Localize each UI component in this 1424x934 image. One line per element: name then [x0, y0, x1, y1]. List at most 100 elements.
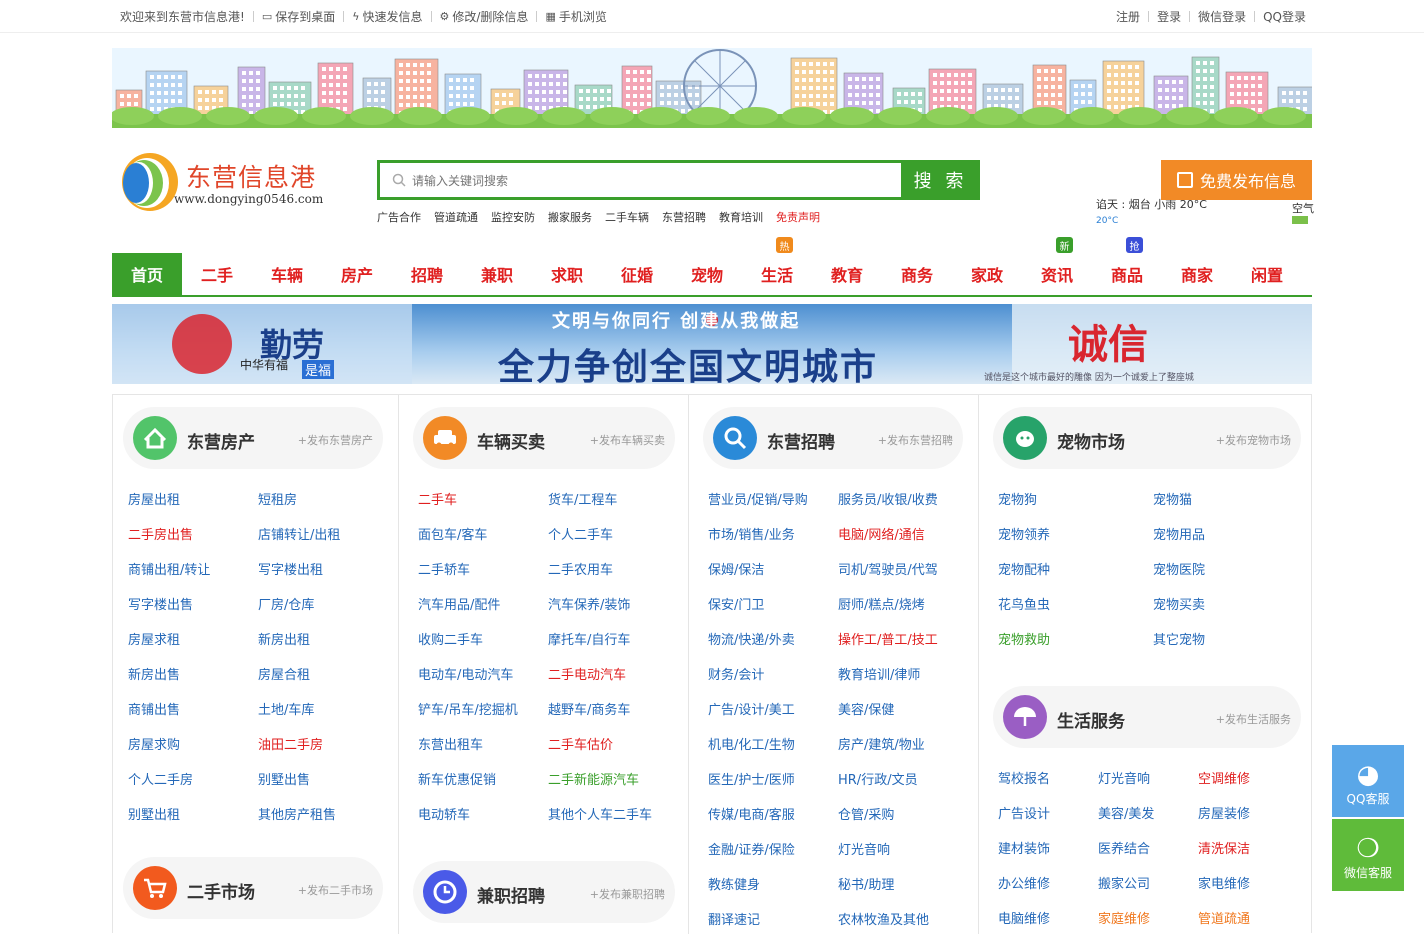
category-link[interactable]: 传媒/电商/客服: [708, 804, 795, 823]
hot-keyword-link[interactable]: 广告合作: [377, 209, 421, 225]
category-link[interactable]: 店铺转让/出租: [258, 524, 340, 543]
category-link[interactable]: 服务员/收银/收费: [838, 489, 938, 508]
category-link[interactable]: 土地/车库: [258, 699, 314, 718]
category-link[interactable]: 市场/销售/业务: [708, 524, 795, 543]
category-link[interactable]: 二手轿车: [418, 559, 470, 578]
free-publish-button[interactable]: 免费发布信息: [1161, 160, 1312, 200]
category-link[interactable]: 其它宠物: [1153, 629, 1205, 648]
nav-item[interactable]: 商家: [1162, 253, 1232, 295]
nav-item[interactable]: 家政: [952, 253, 1022, 295]
section-publish-link[interactable]: +发布车辆买卖: [590, 432, 665, 448]
category-link[interactable]: 二手房出售: [128, 524, 193, 543]
quick-post-link[interactable]: ϟ 快速发信息: [352, 8, 422, 25]
category-link[interactable]: 宠物狗: [998, 489, 1037, 508]
category-link[interactable]: 宠物救助: [998, 629, 1050, 648]
wechat-login-link[interactable]: 微信登录: [1198, 8, 1246, 25]
category-link[interactable]: 家庭维修: [1098, 908, 1150, 927]
category-link[interactable]: 写字楼出租: [258, 559, 323, 578]
category-link[interactable]: 宠物用品: [1153, 524, 1205, 543]
nav-item[interactable]: 招聘: [392, 253, 462, 295]
category-link[interactable]: 保姆/保洁: [708, 559, 764, 578]
category-link[interactable]: 房屋合租: [258, 664, 310, 683]
category-link[interactable]: 其他房产租售: [258, 804, 336, 823]
category-link[interactable]: 灯光音响: [1098, 768, 1150, 787]
register-link[interactable]: 注册: [1116, 8, 1140, 25]
category-link[interactable]: 医生/护士/医师: [708, 769, 795, 788]
edit-delete-link[interactable]: ⚙ 修改/删除信息: [440, 8, 529, 25]
nav-item[interactable]: 商务: [882, 253, 952, 295]
nav-item[interactable]: 教育: [812, 253, 882, 295]
category-link[interactable]: 房屋装修: [1198, 803, 1250, 822]
category-link[interactable]: 宠物医院: [1153, 559, 1205, 578]
category-link[interactable]: 办公维修: [998, 873, 1050, 892]
hot-keyword-link[interactable]: 搬家服务: [548, 209, 592, 225]
category-link[interactable]: 财务/会计: [708, 664, 764, 683]
category-link[interactable]: 宠物猫: [1153, 489, 1192, 508]
category-link[interactable]: 空调维修: [1198, 768, 1250, 787]
nav-item[interactable]: 首页: [112, 253, 182, 295]
category-link[interactable]: 汽车用品/配件: [418, 594, 500, 613]
category-link[interactable]: 教育培训/律师: [838, 664, 920, 683]
mobile-browse-link[interactable]: ▦ 手机浏览: [545, 8, 606, 25]
category-link[interactable]: 二手车: [418, 489, 457, 508]
category-link[interactable]: 宠物领养: [998, 524, 1050, 543]
hot-keyword-link[interactable]: 教育培训: [719, 209, 763, 225]
category-link[interactable]: 医养结合: [1098, 838, 1150, 857]
section-publish-link[interactable]: +发布二手市场: [298, 882, 373, 898]
category-link[interactable]: 摩托车/自行车: [548, 629, 630, 648]
category-link[interactable]: 二手车估价: [548, 734, 613, 753]
category-link[interactable]: 保安/门卫: [708, 594, 764, 613]
nav-item[interactable]: 生活 热: [742, 237, 812, 295]
section-publish-link[interactable]: +发布东营招聘: [878, 432, 953, 448]
hot-keyword-link[interactable]: 管道疏通: [434, 209, 478, 225]
nav-item[interactable]: 宠物: [672, 253, 742, 295]
section-publish-link[interactable]: +发布兼职招聘: [590, 886, 665, 902]
save-desktop-link[interactable]: ▭ 保存到桌面: [262, 8, 335, 25]
category-link[interactable]: 搬家公司: [1098, 873, 1150, 892]
category-link[interactable]: 油田二手房: [258, 734, 323, 753]
category-link[interactable]: 花鸟鱼虫: [998, 594, 1050, 613]
category-link[interactable]: 广告/设计/美工: [708, 699, 795, 718]
wechat-service-button[interactable]: ❍ 微信客服: [1332, 819, 1404, 891]
qq-service-button[interactable]: ◕ QQ客服: [1332, 745, 1404, 817]
hot-keyword-link[interactable]: 二手车辆: [605, 209, 649, 225]
nav-item[interactable]: 房产: [322, 253, 392, 295]
category-link[interactable]: 个人二手车: [548, 524, 613, 543]
search-input[interactable]: [412, 169, 892, 193]
section-title[interactable]: 宠物市场: [1057, 428, 1125, 453]
category-link[interactable]: 仓管/采购: [838, 804, 894, 823]
category-link[interactable]: 美容/保健: [838, 699, 894, 718]
category-link[interactable]: 房屋求购: [128, 734, 180, 753]
category-link[interactable]: 金融/证券/保险: [708, 839, 795, 858]
category-link[interactable]: 个人二手房: [128, 769, 193, 788]
category-link[interactable]: 操作工/普工/技工: [838, 629, 938, 648]
category-link[interactable]: 家电维修: [1198, 873, 1250, 892]
nav-item[interactable]: 二手: [182, 253, 252, 295]
category-link[interactable]: 房屋求租: [128, 629, 180, 648]
qq-login-link[interactable]: QQ登录: [1263, 8, 1306, 25]
category-link[interactable]: 电脑维修: [998, 908, 1050, 927]
category-link[interactable]: 面包车/客车: [418, 524, 487, 543]
category-link[interactable]: 新房出租: [258, 629, 310, 648]
category-link[interactable]: 二手农用车: [548, 559, 613, 578]
section-title[interactable]: 东营房产: [187, 428, 255, 453]
category-link[interactable]: 宠物买卖: [1153, 594, 1205, 613]
section-title[interactable]: 车辆买卖: [477, 428, 545, 453]
category-link[interactable]: 营业员/促销/导购: [708, 489, 808, 508]
category-link[interactable]: 电动车/电动汽车: [418, 664, 513, 683]
category-link[interactable]: 二手新能源汽车: [548, 769, 639, 788]
category-link[interactable]: 宠物配种: [998, 559, 1050, 578]
site-logo[interactable]: 东营信息港 www.dongying0546.com: [120, 152, 350, 214]
category-link[interactable]: 管道疏通: [1198, 908, 1250, 927]
category-link[interactable]: 短租房: [258, 489, 297, 508]
section-publish-link[interactable]: +发布宠物市场: [1216, 432, 1291, 448]
category-link[interactable]: 收购二手车: [418, 629, 483, 648]
section-title[interactable]: 生活服务: [1057, 707, 1125, 732]
category-link[interactable]: 电动轿车: [418, 804, 470, 823]
category-link[interactable]: 货车/工程车: [548, 489, 617, 508]
hot-keyword-link[interactable]: 监控安防: [491, 209, 535, 225]
section-title[interactable]: 二手市场: [187, 878, 255, 903]
category-link[interactable]: 新车优惠促销: [418, 769, 496, 788]
category-link[interactable]: 二手电动汽车: [548, 664, 626, 683]
category-link[interactable]: 翻译速记: [708, 909, 760, 928]
